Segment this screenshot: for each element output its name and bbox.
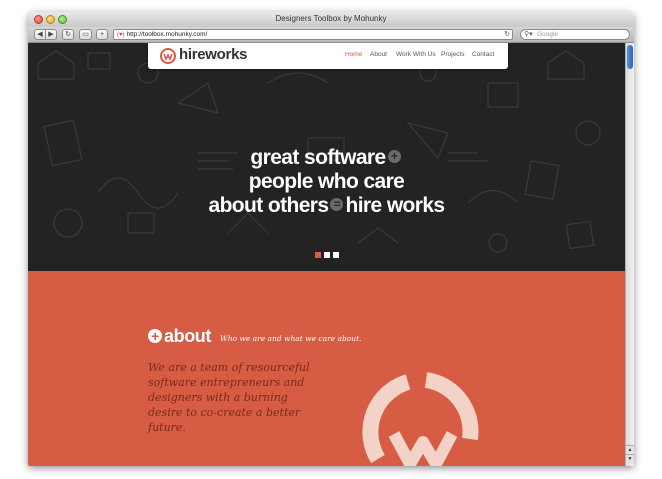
site-navbar: hireworks Home About Work With Us Projec…	[148, 43, 508, 69]
slide-dot-3[interactable]	[333, 252, 339, 258]
add-bookmark-button[interactable]: +	[96, 29, 108, 40]
about-subtitle: Who we are and what we care about.	[220, 334, 362, 343]
about-paragraph: We are a team of resourceful software en…	[148, 361, 310, 434]
title-bar: Designers Toolbox by Mohunky	[28, 12, 634, 28]
reload-icon: ↻	[65, 31, 71, 38]
hero-line-3: about others = hire works	[28, 194, 625, 218]
site-logo-text[interactable]: hireworks	[179, 46, 247, 63]
window-title: Designers Toolbox by Mohunky	[275, 14, 387, 23]
nav-about[interactable]: About	[370, 51, 387, 58]
hero-line-3a-text: about others	[208, 194, 329, 217]
about-section: + about Who we are and what we care about…	[28, 271, 625, 466]
nav-projects[interactable]: Projects	[441, 51, 464, 58]
forward-button[interactable]: ▶	[45, 29, 57, 40]
url-reload-icon[interactable]: ↻	[504, 30, 510, 39]
back-arrow-icon: ◀	[37, 31, 43, 38]
equals-icon: =	[330, 197, 344, 211]
search-field[interactable]: ⚲▾ Google	[520, 29, 630, 40]
slide-dot-2[interactable]	[324, 252, 330, 258]
hero-line-3b-text: hire works	[345, 194, 445, 217]
nav-home[interactable]: Home	[345, 51, 362, 58]
forward-arrow-icon: ▶	[48, 31, 54, 38]
page-viewport: hireworks Home About Work With Us Projec…	[28, 43, 625, 466]
vertical-scrollbar[interactable]: ▲ ▼	[625, 43, 634, 466]
hero-line-1: great software +	[28, 146, 625, 170]
nav-work-with-us[interactable]: Work With Us	[396, 51, 436, 58]
browser-window: Designers Toolbox by Mohunky ◀ ▶ ↻ ▭ + (…	[28, 12, 634, 466]
about-heading: + about	[148, 326, 211, 347]
hireworks-emblem-icon	[362, 372, 479, 466]
scroll-down-arrow-icon[interactable]: ▼	[626, 454, 634, 464]
about-heading-text: about	[164, 326, 211, 346]
scrollbar-thumb[interactable]	[627, 45, 633, 69]
hero-line-1-text: great software	[250, 146, 386, 169]
plus-icon: +	[387, 149, 401, 163]
hireworks-logo-icon[interactable]	[160, 48, 176, 64]
search-icon: ⚲▾	[524, 31, 533, 38]
reload-button[interactable]: ↻	[62, 29, 74, 40]
plus-circle-icon: +	[148, 329, 162, 343]
slide-dot-1[interactable]	[315, 252, 321, 258]
browser-toolbar: ◀ ▶ ↻ ▭ + (♥) http://toolbox.mohunky.com/…	[28, 27, 634, 43]
screen-button[interactable]: ▭	[79, 29, 92, 40]
address-bar[interactable]: (♥) http://toolbox.mohunky.com/ ↻	[113, 29, 513, 40]
screen-icon: ▭	[82, 31, 89, 38]
url-text: http://toolbox.mohunky.com/	[126, 31, 208, 38]
hero-line-2: people who care	[248, 170, 405, 193]
hero-section: hireworks Home About Work With Us Projec…	[28, 43, 625, 271]
search-placeholder: Google	[537, 31, 558, 38]
site-favicon-icon: (♥)	[117, 32, 125, 38]
nav-contact[interactable]: Contact	[472, 51, 494, 58]
